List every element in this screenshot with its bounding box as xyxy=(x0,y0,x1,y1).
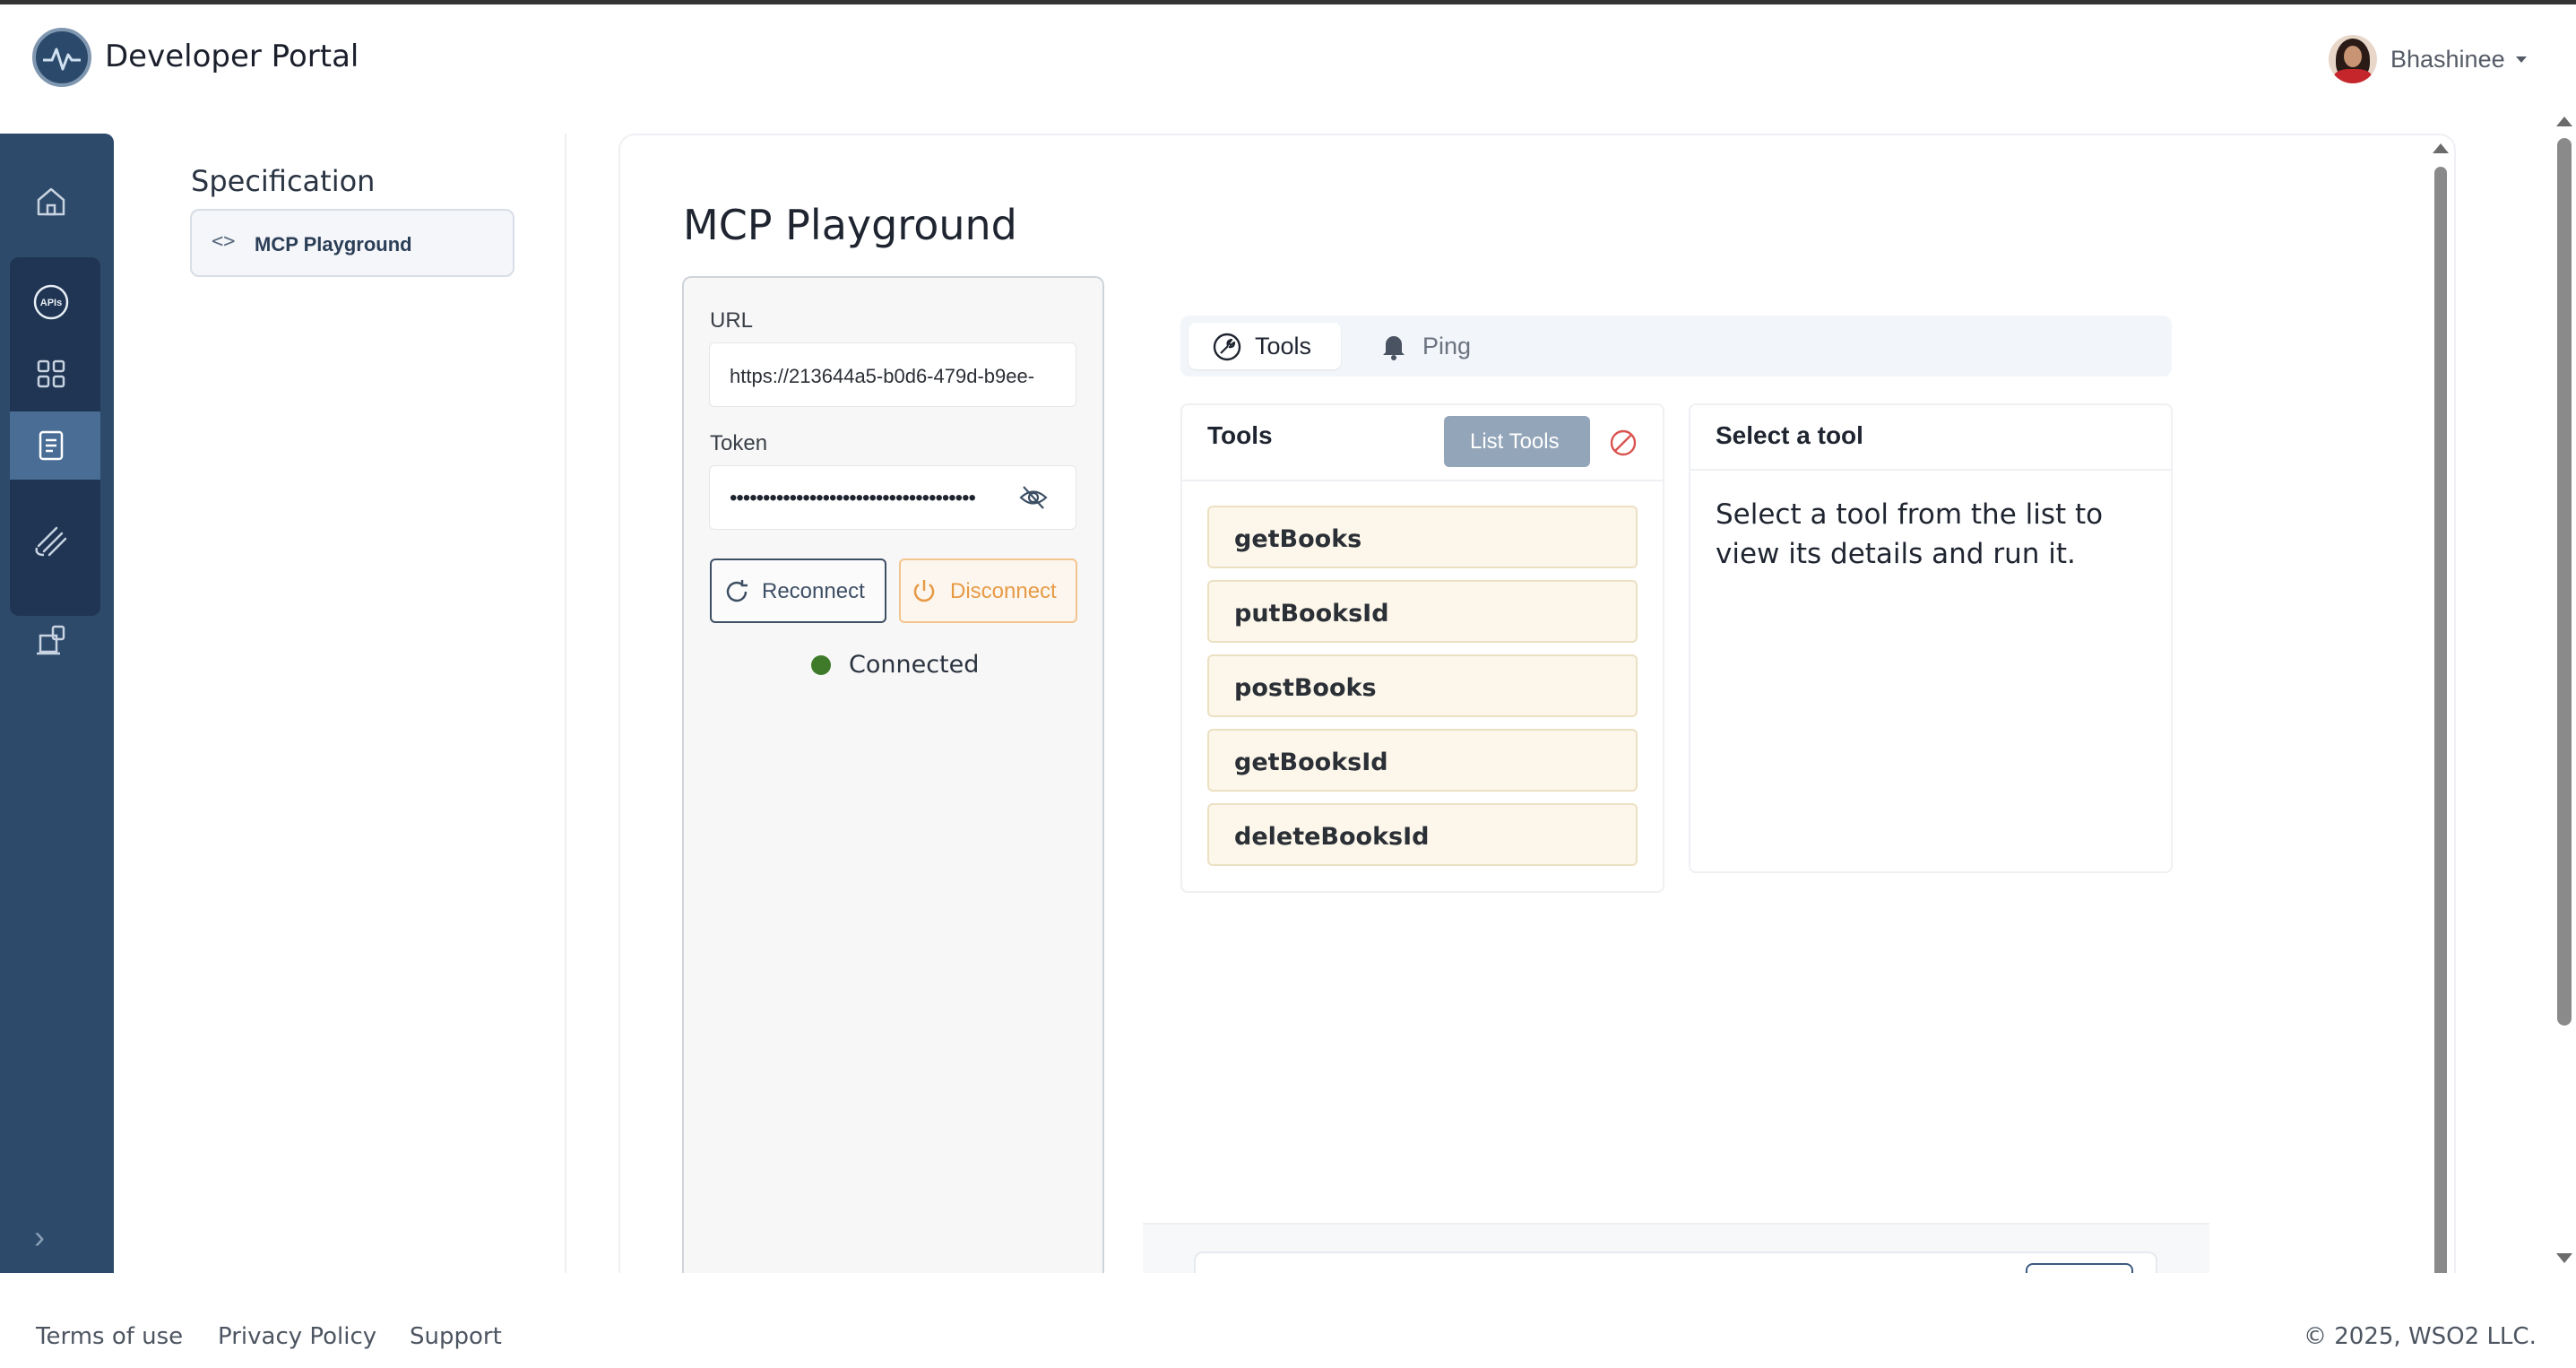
tool-item-label: getBooksId xyxy=(1234,749,1388,776)
eye-off-icon[interactable] xyxy=(1019,484,1048,515)
tool-item-label: postBooks xyxy=(1234,674,1377,702)
divider xyxy=(565,134,566,1273)
tool-details-panel xyxy=(1689,403,2173,873)
apis-icon-label: APIs xyxy=(39,298,61,308)
header: Developer Portal Bhashinee xyxy=(0,4,2576,110)
page-scroll-down-arrow[interactable] xyxy=(2556,1253,2572,1263)
page-scrollbar[interactable] xyxy=(2557,138,2572,1026)
tool-item-deletebooksid[interactable]: deleteBooksId xyxy=(1207,803,1638,866)
apis-icon[interactable]: APIs xyxy=(0,275,101,329)
url-label: URL xyxy=(710,308,754,333)
content-scrollbar[interactable] xyxy=(2434,167,2447,1300)
scroll-up-arrow[interactable] xyxy=(2433,143,2449,153)
home-icon[interactable] xyxy=(0,175,101,229)
chevron-right-icon[interactable]: › xyxy=(34,1218,45,1256)
token-label: Token xyxy=(710,431,768,455)
footer-link-privacy[interactable]: Privacy Policy xyxy=(218,1323,376,1350)
avatar[interactable] xyxy=(2329,35,2377,83)
user-settings-icon[interactable] xyxy=(0,614,101,668)
sdk-icon[interactable] xyxy=(0,514,101,567)
tool-item-getbooksid[interactable]: getBooksId xyxy=(1207,729,1638,792)
footer-link-terms[interactable]: Terms of use xyxy=(36,1323,183,1350)
footer: Terms of use Privacy Policy Support xyxy=(0,1273,2576,1368)
wrench-icon xyxy=(1212,332,1242,367)
tool-item-getbooks[interactable]: getBooks xyxy=(1207,506,1638,568)
footer-link-support[interactable]: Support xyxy=(410,1323,502,1350)
side-rail: APIs › xyxy=(0,134,114,1300)
tab-ping-label: Ping xyxy=(1422,333,1472,359)
divider xyxy=(1182,480,1663,481)
disconnect-button[interactable]: Disconnect xyxy=(899,558,1077,623)
tab-tools-label: Tools xyxy=(1255,333,1312,359)
url-input[interactable]: https://213644a5-b0d6-479d-b9ee- xyxy=(709,342,1076,407)
reconnect-label: Reconnect xyxy=(762,579,865,603)
page-title: MCP Playground xyxy=(683,201,1017,249)
power-icon xyxy=(910,577,938,610)
tool-item-label: putBooksId xyxy=(1234,600,1389,628)
reconnect-button[interactable]: Reconnect xyxy=(710,558,886,623)
tab-tools[interactable]: Tools xyxy=(1189,323,1341,369)
copyright: © 2025, WSO2 LLC. xyxy=(2304,1323,2537,1350)
user-menu[interactable]: Bhashinee xyxy=(2390,46,2505,74)
list-tools-label: List Tools xyxy=(1470,429,1560,454)
brand-title[interactable]: Developer Portal xyxy=(105,39,359,74)
tool-item-label: getBooks xyxy=(1234,525,1362,553)
token-input[interactable]: ••••••••••••••••••••••••••••••••••••• xyxy=(709,465,1076,530)
connection-status: Connected xyxy=(849,651,980,679)
bell-icon xyxy=(1381,332,1406,365)
applications-icon[interactable] xyxy=(0,347,101,401)
connection-panel xyxy=(682,276,1104,1300)
spec-item-label: MCP Playground xyxy=(255,233,412,255)
divider xyxy=(1690,469,2171,471)
tool-item-putbooksid[interactable]: putBooksId xyxy=(1207,580,1638,643)
clear-icon[interactable] xyxy=(1608,428,1638,463)
tools-title: Tools xyxy=(1207,421,1273,449)
list-tools-button[interactable]: List Tools xyxy=(1444,416,1590,467)
status-dot xyxy=(811,655,831,675)
tool-item-postbooks[interactable]: postBooks xyxy=(1207,654,1638,717)
spec-title: Specification xyxy=(191,164,376,198)
spec-item-mcp-playground[interactable]: <> MCP Playground xyxy=(190,209,514,277)
url-value: https://213644a5-b0d6-479d-b9ee- xyxy=(730,365,1035,387)
tool-item-label: deleteBooksId xyxy=(1234,823,1430,851)
portal-logo[interactable] xyxy=(32,28,91,87)
tool-details-placeholder: Select a tool from the list to view its … xyxy=(1716,498,2104,570)
page-scroll-up-arrow[interactable] xyxy=(2556,117,2572,126)
token-value: ••••••••••••••••••••••••••••••••••••• xyxy=(730,486,976,510)
chevron-down-icon[interactable] xyxy=(2516,56,2527,63)
code-icon: <> xyxy=(212,230,236,253)
disconnect-label: Disconnect xyxy=(950,579,1057,603)
refresh-icon xyxy=(722,577,751,610)
documentation-icon[interactable] xyxy=(0,419,101,472)
tool-details-title: Select a tool xyxy=(1716,421,1863,449)
